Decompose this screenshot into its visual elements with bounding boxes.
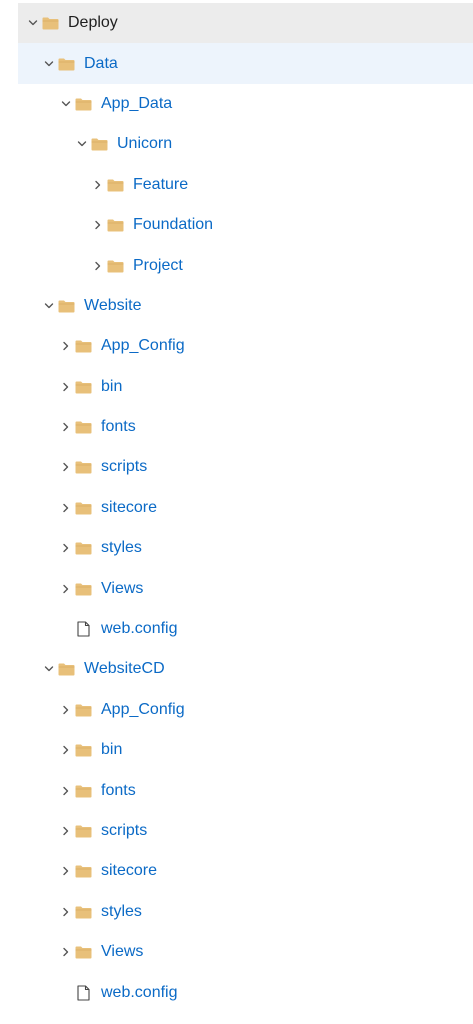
tree-row[interactable]: Feature (18, 165, 473, 205)
tree-row[interactable]: Unicorn (18, 124, 473, 164)
folder-label[interactable]: WebsiteCD (84, 660, 165, 678)
tree-row[interactable]: Website (18, 286, 473, 326)
folder-icon (75, 540, 92, 556)
chevron-right-icon[interactable] (61, 944, 71, 960)
folder-label[interactable]: Foundation (133, 216, 213, 234)
tree-row[interactable]: styles (18, 892, 473, 932)
folder-icon (75, 338, 92, 354)
folder-label[interactable]: Deploy (68, 14, 118, 32)
chevron-right-icon[interactable] (61, 459, 71, 475)
tree-row[interactable]: scripts (18, 811, 473, 851)
chevron-right-icon[interactable] (61, 338, 71, 354)
file-label[interactable]: web.config (101, 984, 178, 1002)
chevron-right-icon[interactable] (61, 702, 71, 718)
folder-icon (75, 459, 92, 475)
tree-row[interactable]: sitecore (18, 851, 473, 891)
chevron-right-icon[interactable] (61, 540, 71, 556)
tree-row[interactable]: App_Config (18, 690, 473, 730)
tree-row[interactable]: web.config (18, 972, 473, 1012)
chevron-down-icon[interactable] (44, 661, 54, 677)
folder-label[interactable]: sitecore (101, 499, 157, 517)
folder-label[interactable]: scripts (101, 458, 147, 476)
chevron-right-icon[interactable] (61, 742, 71, 758)
folder-label[interactable]: fonts (101, 418, 136, 436)
folder-icon (91, 136, 108, 152)
folder-label[interactable]: Feature (133, 176, 188, 194)
tree-row[interactable]: Views (18, 932, 473, 972)
folder-icon (107, 258, 124, 274)
chevron-right-icon[interactable] (61, 581, 71, 597)
tree-row[interactable]: fonts (18, 407, 473, 447)
tree-row[interactable]: scripts (18, 447, 473, 487)
chevron-right-icon[interactable] (61, 783, 71, 799)
chevron-right-icon[interactable] (61, 863, 71, 879)
folder-label[interactable]: Website (84, 297, 142, 315)
tree-row[interactable]: Data (18, 43, 473, 84)
folder-icon (107, 177, 124, 193)
chevron-right-icon[interactable] (93, 258, 103, 274)
folder-icon (58, 661, 75, 677)
folder-label[interactable]: styles (101, 539, 142, 557)
folder-label[interactable]: styles (101, 903, 142, 921)
folder-icon (75, 783, 92, 799)
tree-row[interactable]: web.config (18, 609, 473, 649)
folder-icon (75, 863, 92, 879)
tree-row[interactable]: Views (18, 568, 473, 608)
folder-label[interactable]: Project (133, 257, 183, 275)
folder-label[interactable]: bin (101, 378, 122, 396)
tree-row[interactable]: App_Config (18, 326, 473, 366)
folder-label[interactable]: sitecore (101, 862, 157, 880)
chevron-right-icon[interactable] (61, 904, 71, 920)
folder-icon (75, 944, 92, 960)
folder-label[interactable]: App_Data (101, 95, 172, 113)
chevron-down-icon[interactable] (28, 15, 38, 31)
tree-row[interactable]: Project (18, 245, 473, 285)
folder-label[interactable]: App_Config (101, 701, 185, 719)
folder-label[interactable]: Unicorn (117, 135, 172, 153)
tree-row[interactable]: Deploy (18, 3, 473, 44)
folder-icon (75, 581, 92, 597)
chevron-down-icon[interactable] (77, 136, 87, 152)
folder-label[interactable]: Data (84, 55, 118, 73)
chevron-right-icon[interactable] (93, 217, 103, 233)
folder-label[interactable]: bin (101, 741, 122, 759)
folder-icon (58, 56, 75, 72)
tree-row[interactable]: App_Data (18, 84, 473, 124)
tree-row[interactable]: Foundation (18, 205, 473, 245)
folder-icon (42, 15, 59, 31)
folder-label[interactable]: App_Config (101, 337, 185, 355)
chevron-right-icon[interactable] (61, 500, 71, 516)
folder-label[interactable]: fonts (101, 782, 136, 800)
file-label[interactable]: web.config (101, 620, 178, 638)
folder-icon (75, 96, 92, 112)
folder-label[interactable]: Views (101, 580, 143, 598)
folder-icon (75, 823, 92, 839)
tree-row[interactable]: WebsiteCD (18, 649, 473, 689)
tree-row[interactable]: bin (18, 367, 473, 407)
tree-row[interactable]: styles (18, 528, 473, 568)
folder-icon (107, 217, 124, 233)
chevron-right-icon[interactable] (61, 823, 71, 839)
folder-icon (75, 500, 92, 516)
tree-row[interactable]: bin (18, 730, 473, 770)
chevron-right-icon[interactable] (61, 419, 71, 435)
folder-icon (75, 904, 92, 920)
folder-label[interactable]: Views (101, 943, 143, 961)
folder-icon (75, 379, 92, 395)
folder-tree: Deploy Data App_Data Unicorn Feature Foundati… (18, 3, 473, 1013)
file-icon (75, 621, 92, 637)
tree-row[interactable]: fonts (18, 770, 473, 810)
file-icon (75, 985, 92, 1001)
folder-icon (58, 298, 75, 314)
tree-row[interactable]: sitecore (18, 488, 473, 528)
chevron-right-icon[interactable] (61, 379, 71, 395)
folder-icon (75, 702, 92, 718)
chevron-down-icon[interactable] (44, 298, 54, 314)
chevron-down-icon[interactable] (61, 96, 71, 112)
chevron-right-icon[interactable] (93, 177, 103, 193)
chevron-down-icon[interactable] (44, 56, 54, 72)
folder-icon (75, 742, 92, 758)
folder-icon (75, 419, 92, 435)
folder-label[interactable]: scripts (101, 822, 147, 840)
